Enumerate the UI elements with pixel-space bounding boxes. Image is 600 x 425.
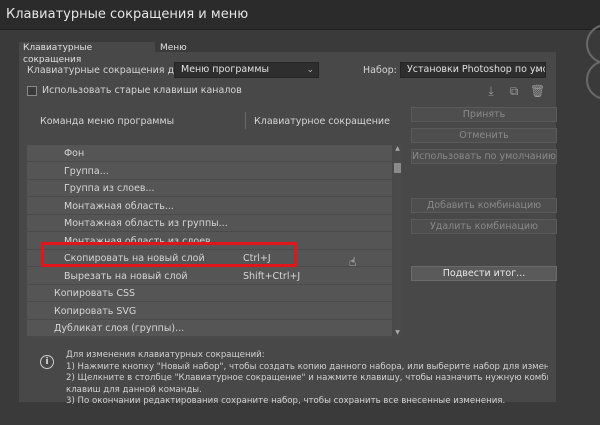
legacy-channel-shortcuts-label: Использовать старые клавиши каналов bbox=[42, 85, 242, 96]
table-row[interactable]: Группа из слоев... bbox=[27, 180, 392, 197]
highlight-box bbox=[41, 242, 297, 267]
info-text: Для изменения клавиатурных сокращений: 1… bbox=[66, 350, 548, 408]
scroll-down-icon[interactable]: ▼ bbox=[393, 329, 402, 337]
add-shortcut-button[interactable]: Добавить комбинацию bbox=[411, 198, 557, 213]
set-label: Набор: bbox=[363, 65, 397, 76]
set-select[interactable]: Установки Photoshop по умо... ⌄ bbox=[400, 62, 546, 78]
summarize-button[interactable]: Подвести итог... bbox=[411, 266, 557, 281]
title-bar: Клавиатурные сокращения и меню bbox=[0, 0, 600, 30]
hand-cursor-icon: ☝ bbox=[349, 255, 357, 269]
tab-menu[interactable]: Меню bbox=[156, 42, 196, 54]
shortcuts-for-select[interactable]: Меню программы ⌄ bbox=[174, 62, 319, 78]
table-row[interactable]: Монтажная область из группы... bbox=[27, 215, 392, 232]
save-set-icon[interactable]: ⤓ bbox=[484, 84, 498, 98]
info-line: Для изменения клавиатурных сокращений: bbox=[66, 350, 265, 360]
list-scrollbar[interactable]: ▲ ▼ bbox=[393, 145, 402, 337]
info-line: клавиш для данной команды. bbox=[66, 384, 202, 395]
info-line: 1) Нажмите кнопку "Новый набор", чтобы с… bbox=[66, 361, 548, 372]
scroll-up-icon[interactable]: ▲ bbox=[393, 145, 402, 153]
command-column-header: Команда меню программы bbox=[40, 116, 175, 127]
scroll-thumb[interactable] bbox=[394, 163, 401, 173]
table-row[interactable]: Вырезать на новый слой Shift+Ctrl+J bbox=[27, 268, 392, 285]
list-header: Команда меню программы Клавиатурное сокр… bbox=[26, 109, 401, 135]
info-line: 2) Щелкните в столбце "Клавиатурное сокр… bbox=[66, 373, 548, 383]
table-row[interactable]: Группа... bbox=[27, 163, 392, 180]
info-line: 3) По окончании редактирования сохраните… bbox=[66, 396, 506, 406]
table-row[interactable]: Монтажная область... bbox=[27, 198, 392, 215]
use-default-button[interactable]: Использовать по умолчанию bbox=[411, 149, 557, 164]
window-title: Клавиатурные сокращения и меню bbox=[6, 7, 249, 22]
accept-button[interactable]: Принять bbox=[411, 107, 557, 122]
delete-shortcut-button[interactable]: Удалить комбинацию bbox=[411, 219, 557, 234]
window-control-circle[interactable] bbox=[586, 24, 600, 64]
window-control-circle[interactable] bbox=[586, 60, 600, 100]
command-list: Фон Группа... Группа из слоев... Монтажн… bbox=[27, 145, 392, 337]
set-value: Установки Photoshop по умо... bbox=[407, 64, 546, 75]
table-row[interactable]: Дубликат слоя (группы)... bbox=[27, 320, 392, 337]
delete-set-icon[interactable]: 🗑 bbox=[530, 84, 545, 98]
chevron-down-icon: ⌄ bbox=[306, 65, 314, 75]
column-separator bbox=[245, 112, 246, 129]
shortcuts-for-value: Меню программы bbox=[181, 64, 270, 75]
shortcut-column-header: Клавиатурное сокращение bbox=[254, 116, 390, 127]
undo-button[interactable]: Отменить bbox=[411, 128, 557, 143]
table-row[interactable]: Копировать CSS bbox=[27, 285, 392, 302]
tab-keyboard-shortcuts[interactable]: Клавиатурные сокращения bbox=[19, 42, 155, 65]
chevron-down-icon: ⌄ bbox=[533, 65, 541, 75]
info-icon: i bbox=[40, 355, 54, 369]
table-row[interactable]: Копировать SVG bbox=[27, 303, 392, 320]
legacy-channel-shortcuts-checkbox[interactable] bbox=[27, 86, 37, 96]
shortcuts-for-label: Клавиатурные сокращения для: bbox=[27, 65, 190, 76]
new-set-icon[interactable]: ⧉ bbox=[507, 84, 521, 98]
table-row[interactable]: Фон bbox=[27, 145, 392, 162]
